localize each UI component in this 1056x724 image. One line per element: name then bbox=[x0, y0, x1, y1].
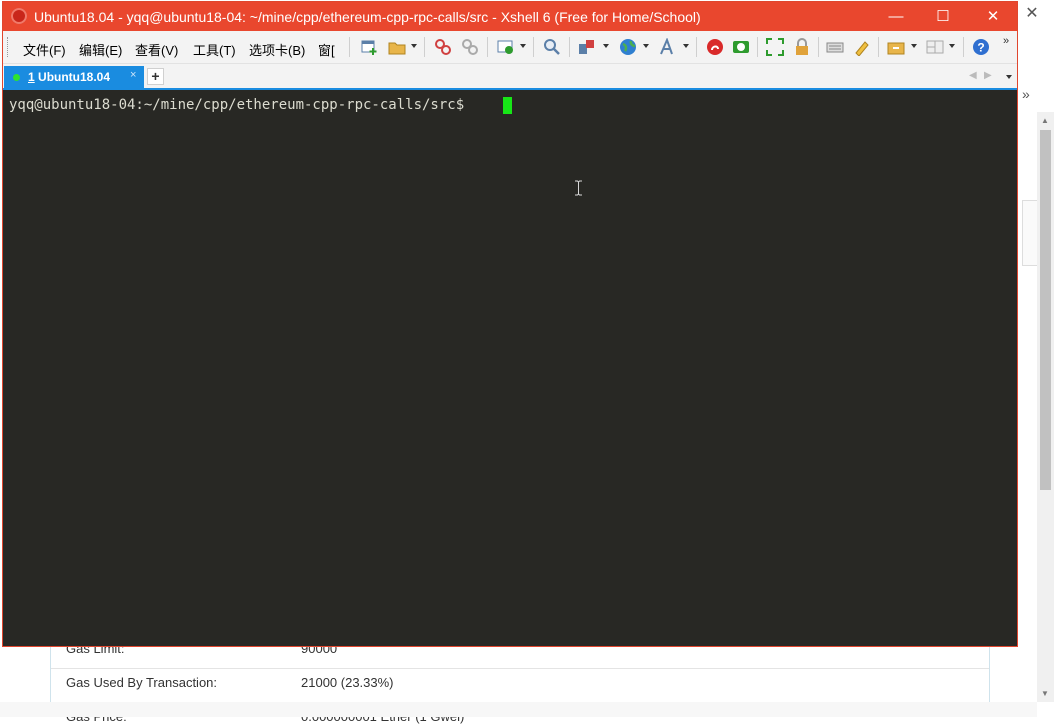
background-side-panel bbox=[1022, 200, 1038, 266]
scroll-up-arrow-icon[interactable]: ▲ bbox=[1041, 116, 1049, 125]
new-session-icon[interactable] bbox=[360, 38, 378, 56]
open-dropdown-icon[interactable] bbox=[411, 44, 417, 48]
find-icon[interactable] bbox=[543, 38, 561, 56]
toolbar-separator bbox=[757, 37, 758, 57]
toolbar-separator bbox=[569, 37, 570, 57]
globe-dropdown-icon[interactable] bbox=[643, 44, 649, 48]
menu-tabs[interactable]: 选项卡(B) bbox=[249, 40, 305, 59]
tab-scroll-right-icon[interactable]: ▶ bbox=[984, 70, 992, 81]
font-dropdown-icon[interactable] bbox=[683, 44, 689, 48]
toolbar-separator bbox=[878, 37, 879, 57]
lock-icon[interactable] bbox=[793, 38, 811, 56]
close-button[interactable]: ✕ bbox=[969, 2, 1017, 31]
keyboard-icon[interactable] bbox=[826, 38, 844, 56]
open-folder-icon[interactable] bbox=[388, 38, 406, 56]
toolbar-separator bbox=[349, 37, 350, 57]
title-bar[interactable]: Ubuntu18.04 - yqq@ubuntu18-04: ~/mine/cp… bbox=[3, 2, 1017, 31]
tab-ubuntu[interactable]: 1 Ubuntu18.04 × bbox=[4, 66, 144, 88]
properties-icon[interactable] bbox=[497, 38, 515, 56]
toolbar-separator bbox=[963, 37, 964, 57]
layout-dropdown-icon[interactable] bbox=[949, 44, 955, 48]
maximize-button[interactable]: ☐ bbox=[919, 2, 967, 31]
tab-scroll-left-icon[interactable]: ◀ bbox=[969, 70, 977, 81]
new-tab-button[interactable]: + bbox=[147, 68, 164, 85]
background-footer bbox=[0, 702, 1037, 717]
gas-used-label: Gas Used By Transaction: bbox=[66, 675, 218, 690]
menu-toolbar: 文件(F) 编辑(E) 查看(V) 工具(T) 选项卡(B) 窗[? » bbox=[3, 31, 1017, 64]
script-dropdown-icon[interactable] bbox=[911, 44, 917, 48]
globe-icon[interactable] bbox=[619, 38, 637, 56]
text-cursor bbox=[503, 97, 512, 114]
menu-view[interactable]: 查看(V) bbox=[135, 40, 178, 59]
toolbar-separator bbox=[696, 37, 697, 57]
menu-edit[interactable]: 编辑(E) bbox=[79, 40, 122, 59]
background-scrollbar[interactable]: ▲ ▼ bbox=[1037, 112, 1054, 702]
xshell-logo-icon bbox=[11, 8, 27, 24]
properties-dropdown-icon[interactable] bbox=[520, 44, 526, 48]
menu-file[interactable]: 文件(F) bbox=[23, 40, 66, 59]
toolbar-grip[interactable] bbox=[7, 37, 11, 57]
mouse-ibeam-cursor-icon bbox=[575, 180, 582, 196]
scrollbar-thumb[interactable] bbox=[1040, 130, 1051, 490]
background-close-icon[interactable]: ✕ bbox=[1020, 4, 1044, 24]
terminal-area[interactable]: yqq@ubuntu18-04:~/mine/cpp/ethereum-cpp-… bbox=[3, 90, 1017, 646]
tab-close-icon[interactable]: × bbox=[130, 69, 136, 81]
xshell-window: Ubuntu18.04 - yqq@ubuntu18-04: ~/mine/cp… bbox=[2, 1, 1018, 647]
toolbar-separator bbox=[487, 37, 488, 57]
help-icon[interactable]: ? bbox=[972, 38, 990, 56]
disconnect-icon[interactable] bbox=[434, 38, 452, 56]
menu-tools[interactable]: 工具(T) bbox=[193, 40, 236, 59]
toolbar-separator bbox=[533, 37, 534, 57]
svg-text:?: ? bbox=[977, 41, 984, 55]
tab-bar: 1 Ubuntu18.04 × + ◀ ▶ bbox=[3, 64, 1017, 88]
tab-name: Ubuntu18.04 bbox=[34, 70, 111, 84]
gas-used-value: 21000 (23.33%) bbox=[301, 675, 394, 690]
tab-label: 1 Ubuntu18.04 bbox=[28, 70, 110, 84]
scroll-down-arrow-icon[interactable]: ▼ bbox=[1041, 689, 1049, 698]
shell-prompt: yqq@ubuntu18-04:~/mine/cpp/ethereum-cpp-… bbox=[9, 97, 473, 113]
menu-window[interactable]: 窗[ bbox=[318, 40, 335, 59]
layout-icon[interactable] bbox=[926, 38, 944, 56]
tab-list-dropdown-icon[interactable] bbox=[1006, 75, 1012, 79]
toolbar-separator bbox=[424, 37, 425, 57]
toolbar-separator bbox=[818, 37, 819, 57]
fullscreen-icon[interactable] bbox=[766, 38, 784, 56]
xshell-icon[interactable] bbox=[706, 38, 724, 56]
tab-number: 1 bbox=[28, 70, 35, 84]
transfer-icon[interactable] bbox=[578, 38, 596, 56]
connected-status-icon bbox=[13, 74, 20, 81]
highlight-icon[interactable] bbox=[853, 38, 871, 56]
script-icon[interactable] bbox=[887, 38, 905, 56]
row-divider bbox=[51, 668, 989, 669]
xftp-icon[interactable] bbox=[732, 38, 750, 56]
font-icon[interactable] bbox=[659, 38, 677, 56]
minimize-button[interactable]: — bbox=[872, 2, 920, 31]
background-chevron-icon[interactable]: » bbox=[1022, 86, 1030, 102]
transfer-dropdown-icon[interactable] bbox=[603, 44, 609, 48]
toolbar-overflow-icon[interactable]: » bbox=[1003, 36, 1009, 47]
window-title: Ubuntu18.04 - yqq@ubuntu18-04: ~/mine/cp… bbox=[34, 9, 701, 25]
reconnect-icon[interactable] bbox=[461, 38, 479, 56]
